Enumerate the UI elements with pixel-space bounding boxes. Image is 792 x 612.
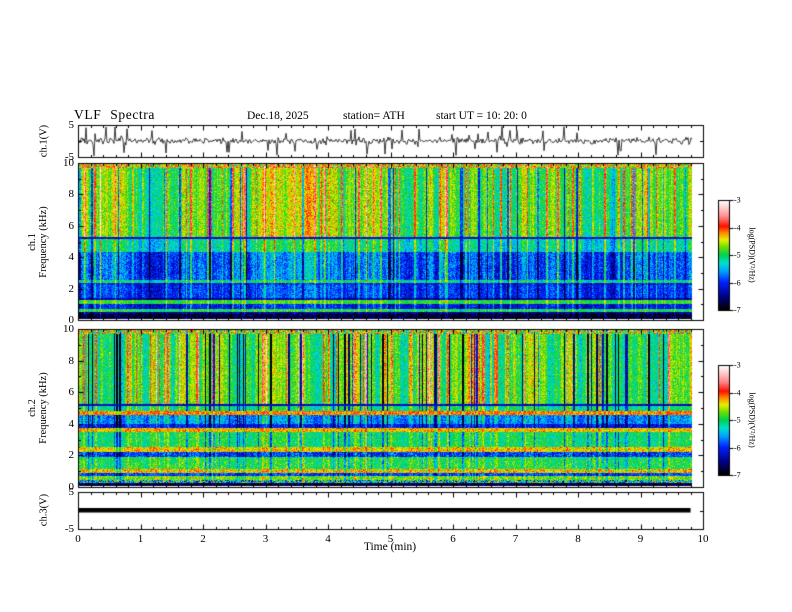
ch2-freq-tick-label: 2	[68, 449, 75, 462]
ch2-freq-tick-label: 10	[63, 323, 74, 335]
colorbar2-tick-label: -7	[734, 470, 741, 480]
colorbar1-tick-label: -5	[734, 250, 741, 260]
ch2-freq-tick-label: 6	[68, 386, 75, 399]
x-tick-label: 10	[697, 533, 709, 545]
ch1-volt-tick-label: 5	[68, 119, 75, 131]
x-tick-label: 8	[575, 533, 581, 545]
ch2-frequency-axis-label-line1: ch.2	[27, 399, 38, 417]
ch3-volt-tick-label: -5	[64, 523, 74, 535]
colorbar2-tick-label: -3	[734, 360, 741, 370]
x-tick-label: 1	[137, 533, 144, 545]
ch2-frequency-axis-label-line2: Frequency (kHz)	[38, 372, 49, 444]
plot-canvas	[0, 0, 792, 612]
x-tick-label: 2	[200, 533, 206, 545]
ch2-frequency-axis-label: ch.2 Frequency (kHz)	[27, 372, 49, 443]
start-ut-label: start UT = 10: 20: 0	[436, 110, 527, 122]
station-label: station= ATH	[343, 110, 405, 122]
x-tick-label: 6	[450, 533, 456, 545]
x-tick-label: 4	[325, 533, 331, 545]
colorbar2-tick-label: -5	[734, 415, 741, 425]
ch3-voltage-axis-label: ch.3(V)	[38, 493, 50, 527]
x-tick-label: 7	[512, 533, 519, 545]
ch1-freq-tick-label: 4	[68, 251, 75, 264]
x-tick-label: 0	[75, 533, 81, 545]
colorbar1-tick-label: -6	[734, 278, 741, 287]
ch1-freq-tick-label: 2	[68, 282, 75, 295]
x-tick-label: 3	[262, 533, 269, 545]
x-tick-label: 5	[387, 533, 394, 545]
figure-title: VLF Spectra	[74, 107, 155, 122]
date-label: Dec.18, 2025	[247, 110, 309, 122]
colorbar1-tick-label: -7	[734, 305, 741, 315]
ch1-volt-tick-label: -5	[64, 151, 74, 163]
colorbar2-tick-label: -4	[734, 388, 741, 397]
ch1-voltage-axis-label: ch.1(V)	[38, 124, 50, 158]
ch1-frequency-axis-label: ch.1 Frequency (kHz)	[27, 206, 49, 277]
colorbar1-label: log(PSD)(V²/Hz)	[747, 227, 757, 283]
ch2-freq-tick-label: 4	[68, 417, 75, 430]
x-tick-label: 9	[637, 533, 644, 545]
ch1-freq-tick-label: 8	[68, 188, 75, 201]
ch1-freq-tick-label: 6	[68, 219, 75, 232]
colorbar1-tick-label: -3	[734, 195, 741, 205]
colorbar2-tick-label: -6	[734, 443, 741, 452]
colorbar2-label: log(PSD)(V²/Hz)	[747, 392, 757, 448]
colorbar1-tick-label: -4	[734, 223, 741, 232]
ch1-frequency-axis-label-line2: Frequency (kHz)	[38, 206, 49, 278]
ch2-freq-tick-label: 8	[68, 354, 75, 367]
vlf-spectra-figure: VLF Spectra Dec.18, 2025 station= ATH st…	[0, 0, 792, 612]
ch1-frequency-axis-label-line1: ch.1	[27, 233, 38, 251]
ch3-volt-tick-label: 5	[68, 486, 75, 498]
